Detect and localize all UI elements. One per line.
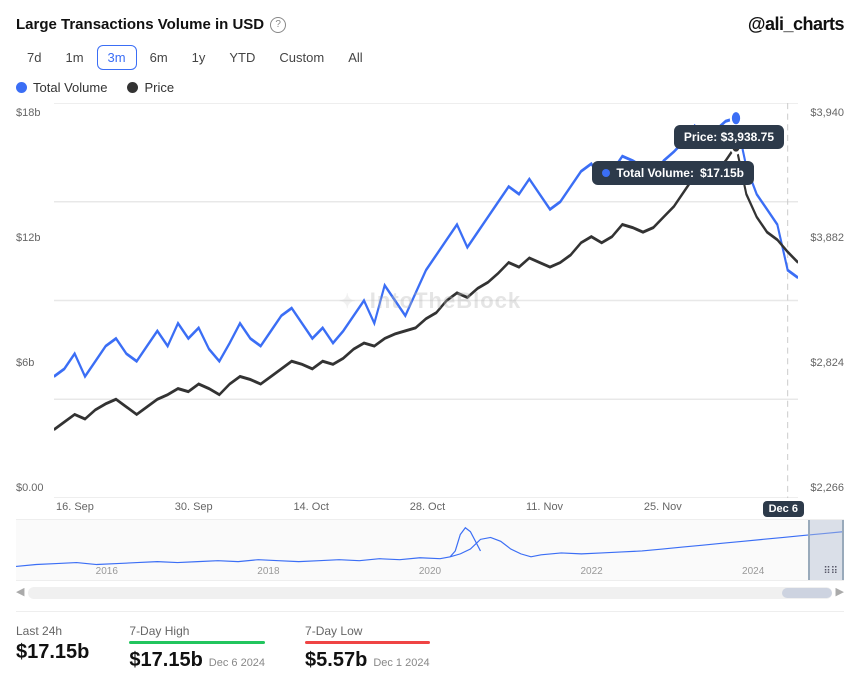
y-label-3940: $3,940 bbox=[810, 107, 844, 119]
y-label-2266: $2,266 bbox=[810, 482, 844, 494]
y-axis-right: $3,940 $3,882 $2,824 $2,266 bbox=[798, 103, 844, 498]
y-axis-left: $18b $12b $6b $0.00 bbox=[16, 103, 54, 498]
stat-low7d-underline bbox=[305, 641, 430, 644]
year-2020: 2020 bbox=[419, 566, 441, 577]
y-label-2824: $2,824 bbox=[810, 357, 844, 369]
time-buttons-row: 7d 1m 3m 6m 1y YTD Custom All bbox=[16, 45, 844, 70]
scroll-left-arrow[interactable]: ◀ bbox=[16, 585, 24, 598]
btn-7d[interactable]: 7d bbox=[16, 45, 52, 70]
y-label-6b: $6b bbox=[16, 357, 54, 369]
x-axis-row: 16. Sep 30. Sep 14. Oct 28. Oct 11. Nov … bbox=[16, 498, 844, 517]
x-label-nov11: 11. Nov bbox=[526, 501, 563, 517]
y-label-3882: $3,882 bbox=[810, 232, 844, 244]
stat-low7d-label: 7-Day Low bbox=[305, 624, 430, 638]
btn-all[interactable]: All bbox=[337, 45, 373, 70]
legend-price: Price bbox=[127, 80, 174, 95]
x-label-nov25: 25. Nov bbox=[644, 501, 682, 517]
year-2022: 2022 bbox=[580, 566, 602, 577]
tooltip-volume: Total Volume: $17.15b bbox=[592, 161, 754, 185]
y-label-18b: $18b bbox=[16, 107, 54, 119]
brand-handle: @ali_charts bbox=[748, 14, 844, 35]
stat-high7d-value: $17.15b bbox=[129, 649, 202, 671]
stat-low7d: 7-Day Low $5.57b Dec 1 2024 bbox=[305, 624, 430, 671]
legend-row: Total Volume Price bbox=[16, 80, 844, 95]
stat-high7d-date: Dec 6 2024 bbox=[209, 657, 265, 669]
tooltip-price: Price: $3,938.75 bbox=[674, 125, 784, 149]
stats-row: Last 24h $17.15b 7-Day High $17.15b Dec … bbox=[16, 611, 844, 671]
x-label-sep30: 30. Sep bbox=[175, 501, 213, 517]
year-2018: 2018 bbox=[257, 566, 279, 577]
stat-last24h-label: Last 24h bbox=[16, 624, 89, 638]
mini-scroll-icon: ⠿⠿ bbox=[823, 566, 838, 577]
x-label-oct28: 28. Oct bbox=[410, 501, 445, 517]
scroll-row: ◀ ▶ bbox=[16, 583, 844, 599]
x-label-sep16: 16. Sep bbox=[56, 501, 94, 517]
stat-last24h-value: $17.15b bbox=[16, 641, 89, 663]
btn-ytd[interactable]: YTD bbox=[218, 45, 266, 70]
year-2024: 2024 bbox=[742, 566, 764, 577]
title-group: Large Transactions Volume in USD ? bbox=[16, 16, 286, 33]
scroll-bar[interactable] bbox=[28, 587, 831, 599]
stat-low7d-value: $5.57b bbox=[305, 649, 367, 671]
mini-chart-container: 2016 2018 2020 2022 2024 ⠿⠿ bbox=[16, 519, 844, 581]
mini-scroll-handle[interactable]: ⠿⠿ bbox=[808, 520, 844, 580]
stat-last24h: Last 24h $17.15b bbox=[16, 624, 89, 671]
tooltip-dot bbox=[602, 169, 610, 177]
stat-high7d-underline bbox=[129, 641, 265, 644]
y-label-12b: $12b bbox=[16, 232, 54, 244]
header-row: Large Transactions Volume in USD ? @ali_… bbox=[16, 14, 844, 35]
y-label-0: $0.00 bbox=[16, 482, 54, 494]
stat-high7d: 7-Day High $17.15b Dec 6 2024 bbox=[129, 624, 265, 671]
scroll-right-arrow[interactable]: ▶ bbox=[836, 585, 844, 598]
app-container: Large Transactions Volume in USD ? @ali_… bbox=[0, 0, 860, 681]
btn-6m[interactable]: 6m bbox=[139, 45, 179, 70]
year-2016: 2016 bbox=[96, 566, 118, 577]
btn-1y[interactable]: 1y bbox=[181, 45, 217, 70]
btn-1m[interactable]: 1m bbox=[54, 45, 94, 70]
help-icon[interactable]: ? bbox=[270, 17, 286, 33]
legend-price-label: Price bbox=[144, 80, 174, 95]
mini-year-labels: 2016 2018 2020 2022 2024 bbox=[16, 566, 844, 577]
chart-title: Large Transactions Volume in USD bbox=[16, 16, 264, 33]
x-label-dec6: Dec 6 bbox=[763, 501, 804, 517]
legend-dot-volume bbox=[16, 82, 27, 93]
main-chart: $18b $12b $6b $0.00 $3,940 $3,882 $2,824… bbox=[16, 103, 844, 498]
legend-total-volume: Total Volume bbox=[16, 80, 107, 95]
legend-dot-price bbox=[127, 82, 138, 93]
scroll-bar-thumb[interactable] bbox=[782, 588, 832, 598]
stat-low7d-date: Dec 1 2024 bbox=[373, 657, 429, 669]
stat-high7d-label: 7-Day High bbox=[129, 624, 265, 638]
legend-volume-label: Total Volume bbox=[33, 80, 107, 95]
btn-3m[interactable]: 3m bbox=[97, 45, 137, 70]
x-label-oct14: 14. Oct bbox=[293, 501, 328, 517]
btn-custom[interactable]: Custom bbox=[268, 45, 335, 70]
